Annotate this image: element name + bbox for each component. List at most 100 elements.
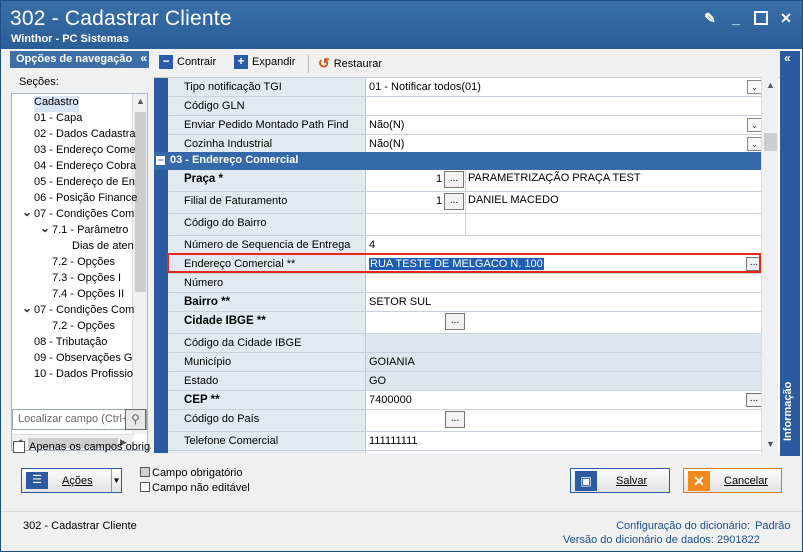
- field-label: CEP **: [168, 391, 366, 409]
- sidebar-item[interactable]: Cadastro: [34, 96, 79, 112]
- field-value[interactable]: [366, 334, 764, 352]
- lookup-button[interactable]: ...: [746, 257, 762, 271]
- field-label: Cidade IBGE **: [168, 312, 366, 333]
- field-text: GO: [369, 375, 387, 387]
- sidebar-item[interactable]: 7.2 - Opções: [52, 256, 115, 272]
- field-value[interactable]: [366, 214, 764, 235]
- field-value[interactable]: ...: [366, 312, 764, 333]
- status-footer: 302 - Cadastrar Cliente Configuração do …: [1, 511, 802, 551]
- dropdown-arrow-icon[interactable]: ⌄: [747, 118, 762, 132]
- description-value: DANIEL MACEDO: [468, 194, 559, 206]
- field-value[interactable]: 4: [366, 236, 764, 254]
- sections-label: Seções:: [19, 76, 59, 88]
- field-text: Não(N): [369, 138, 405, 150]
- sidebar-item-label: 7.2 - Opções: [52, 256, 115, 268]
- field-value[interactable]: 01 - Notificar todos(01) ⌄: [366, 78, 764, 96]
- field-value[interactable]: SETOR SUL: [366, 293, 764, 311]
- expand-arrow-icon[interactable]: ⌄: [22, 205, 32, 219]
- field-value[interactable]: GOIANIA: [366, 353, 764, 371]
- field-value[interactable]: 1... PARAMETRIZAÇÃO PRAÇA TEST: [366, 170, 764, 191]
- sidebar-item[interactable]: 7.1 - Parâmetro ⌄: [40, 221, 128, 240]
- field-text: 7400000: [369, 394, 412, 406]
- lookup-button[interactable]: ...: [746, 393, 762, 407]
- scroll-up-icon[interactable]: ▲: [766, 80, 775, 90]
- save-button[interactable]: ▣ Salvar: [570, 468, 670, 493]
- section-header[interactable]: −03 - Endereço Comercial: [154, 152, 764, 170]
- grid-row: Enviar Pedido Montado Path Find Não(N) ⌄: [168, 116, 764, 135]
- readonly-legend-label: Campo não editável: [152, 482, 250, 494]
- sidebar-item[interactable]: 7.2 - Opções: [52, 320, 115, 336]
- expand-information-icon[interactable]: «: [784, 51, 791, 65]
- sidebar-item[interactable]: 08 - Tributação: [34, 336, 107, 352]
- information-panel-title: Informação: [782, 381, 794, 441]
- sidebar-item[interactable]: 7.3 - Opções I: [52, 272, 121, 288]
- field-label: Praça *: [168, 170, 366, 191]
- sidebar-item-label: 7.4 - Opções II: [52, 288, 125, 300]
- grid-row: Cidade IBGE **...: [168, 312, 764, 334]
- sidebar-item[interactable]: 10 - Dados Profissio: [34, 368, 133, 384]
- lookup-button[interactable]: ...: [444, 193, 464, 210]
- sidebar-item[interactable]: 01 - Capa: [34, 112, 82, 128]
- sidebar-item[interactable]: 07 - Condições Com ⌄: [22, 301, 134, 320]
- value-divider: [465, 214, 466, 235]
- edit-icon[interactable]: ✎: [702, 10, 718, 26]
- sidebar-item[interactable]: 05 - Endereço de En: [34, 176, 135, 192]
- field-value[interactable]: Não(N) ⌄: [366, 135, 764, 153]
- expand-arrow-icon[interactable]: ⌄: [22, 301, 32, 315]
- actions-dropdown-icon[interactable]: ▼: [111, 469, 121, 492]
- field-value[interactable]: [366, 451, 764, 453]
- field-text: GOIANIA: [369, 356, 415, 368]
- field-value[interactable]: [366, 97, 764, 115]
- field-value[interactable]: 111111111: [366, 432, 764, 450]
- dictionary-version-label: Versão do dicionário de dados:: [562, 534, 714, 546]
- grid-row: Endereço Comercial ** RUA TESTE DE MELGAC…: [168, 255, 764, 274]
- dictionary-config-label: Configuração do dicionário:: [616, 520, 750, 532]
- maximize-button[interactable]: [754, 11, 768, 25]
- actions-button[interactable]: ☰ Ações ▼: [21, 468, 122, 493]
- expand-arrow-icon[interactable]: ⌄: [40, 221, 50, 235]
- search-icon[interactable]: ⚲: [125, 409, 146, 430]
- grid-row: Telefone Comercial 111111111: [168, 432, 764, 451]
- expand-button[interactable]: + Expandir: [234, 55, 295, 69]
- field-value[interactable]: ...: [366, 410, 764, 431]
- sections-tree[interactable]: ▲ ▼ ◀ ▶ Cadastro01 - Capa02 - Dados Cada…: [11, 93, 148, 451]
- lookup-button[interactable]: ...: [445, 313, 465, 330]
- sidebar-item-label: 05 - Endereço de En: [34, 176, 135, 188]
- field-value[interactable]: 1... DANIEL MACEDO: [366, 192, 764, 213]
- minimize-button[interactable]: _: [728, 10, 744, 26]
- dropdown-arrow-icon[interactable]: ⌄: [747, 80, 762, 94]
- sidebar-item-label: 09 - Observações G: [34, 352, 133, 364]
- sidebar-item[interactable]: 06 - Posição Finance: [34, 192, 137, 208]
- close-button[interactable]: ✕: [778, 10, 794, 26]
- sidebar-item[interactable]: 09 - Observações G: [34, 352, 132, 368]
- search-field-input[interactable]: Localizar campo (Ctrl+ ⚲: [12, 409, 147, 430]
- sidebar-item[interactable]: 03 - Endereço Come: [34, 144, 136, 160]
- scroll-down-icon[interactable]: ▼: [766, 439, 775, 449]
- grid-vertical-scrollbar[interactable]: ▲ ▼: [761, 77, 778, 453]
- field-label: Código GLN: [168, 97, 366, 115]
- information-panel[interactable]: « Informação: [780, 51, 800, 456]
- cancel-button[interactable]: ✕ Cancelar: [683, 468, 782, 493]
- sidebar-item[interactable]: 02 - Dados Cadastra: [34, 128, 136, 144]
- restore-button[interactable]: ↺ Restaurar: [318, 55, 382, 72]
- field-value[interactable]: 7400000...: [366, 391, 764, 409]
- field-value[interactable]: GO: [366, 372, 764, 390]
- section-title: 03 - Endereço Comercial: [170, 154, 299, 166]
- field-value[interactable]: [366, 274, 764, 292]
- collapse-section-icon[interactable]: −: [156, 155, 165, 165]
- scroll-up-icon[interactable]: ▲: [136, 96, 145, 106]
- lookup-button[interactable]: ...: [444, 171, 464, 188]
- dropdown-arrow-icon[interactable]: ⌄: [747, 137, 762, 151]
- grid-row: Fax: [168, 451, 764, 453]
- lookup-button[interactable]: ...: [445, 411, 465, 428]
- grid-toolbar: − Contrair + Expandir ↺ Restaurar: [154, 53, 778, 75]
- sidebar-item[interactable]: 04 - Endereço Cobra: [34, 160, 136, 176]
- only-required-checkbox[interactable]: [13, 441, 25, 453]
- collapse-button[interactable]: − Contrair: [159, 55, 216, 69]
- grid-row: Filial de Faturamento 1... DANIEL MACEDO: [168, 192, 764, 214]
- collapse-navigation-icon[interactable]: «: [140, 51, 147, 65]
- sidebar-item[interactable]: 7.4 - Opções II: [52, 288, 124, 304]
- sidebar-item[interactable]: Dias de aten: [72, 240, 134, 256]
- field-value[interactable]: RUA TESTE DE MELGACO N. 100...: [366, 255, 764, 273]
- field-value[interactable]: Não(N) ⌄: [366, 116, 764, 134]
